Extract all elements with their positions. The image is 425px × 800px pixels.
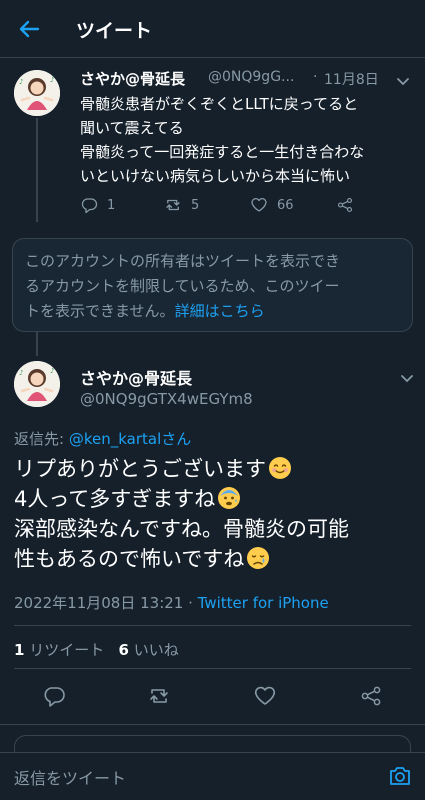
heart-icon (254, 686, 276, 705)
tweet-text: 骨髄炎患者がぞくぞくとLLTに戻ってると 聞いて震えてる 骨髄炎って一回発症する… (80, 92, 416, 188)
like-button[interactable]: 66 (250, 195, 294, 215)
retweet-count: 5 (191, 197, 200, 213)
retweet-icon (150, 689, 168, 703)
tweet-text-line: いといけない病気らしいから本当に怖い (80, 167, 351, 185)
svg-text:♪: ♪ (50, 76, 54, 84)
author-name[interactable]: さやか@骨延長 (80, 68, 185, 89)
share-icon (361, 686, 381, 706)
source-link[interactable]: Twitter for iPhone (198, 594, 329, 612)
share-button[interactable] (336, 195, 363, 215)
retweet-stat[interactable]: 1 リツイート (14, 641, 104, 659)
like-count: 66 (277, 197, 294, 213)
avatar[interactable]: ♪ ♪ (14, 70, 60, 116)
like-button[interactable] (253, 684, 277, 708)
tweet-text-line: リプありがとうございます (14, 457, 266, 481)
anxious-face-emoji-icon (217, 486, 241, 510)
heart-icon (251, 198, 267, 212)
retweet-button[interactable]: 5 (164, 195, 199, 215)
like-stat[interactable]: 6 いいね (119, 641, 179, 659)
reply-input[interactable]: 返信をツイート (14, 765, 126, 789)
notice-line: このアカウントの所有者はツイートを表示でき (25, 252, 341, 270)
top-bar: ツイート (0, 0, 425, 58)
tweet-date[interactable]: 11月8日 (324, 69, 379, 89)
divider (0, 724, 425, 725)
svg-text:♪: ♪ (50, 367, 54, 375)
tweet-text-line: 深部感染なんですね。骨髄炎の可能 (14, 517, 349, 541)
replying-to: 返信先: @ken_kartalさん (14, 428, 191, 449)
crying-face-emoji-icon (246, 546, 270, 570)
reply-button[interactable] (42, 684, 66, 708)
divider (14, 625, 411, 626)
retweet-icon (166, 199, 180, 211)
divider (14, 668, 411, 669)
separator-dot: · (183, 594, 198, 612)
notice-line: トを表示できません。 (25, 302, 175, 320)
tweet-text-line: 骨髄炎患者がぞくぞくとLLTに戻ってると (80, 95, 359, 113)
reply-icon (44, 687, 65, 707)
chevron-down-icon[interactable] (396, 72, 410, 86)
reply-icon (81, 198, 98, 214)
reply-count: 1 (107, 197, 116, 213)
reply-button[interactable]: 1 (80, 195, 115, 215)
tweet-text-line: 聞いて震えてる (80, 119, 184, 137)
chevron-down-icon[interactable] (400, 369, 414, 383)
mention-link[interactable]: @ken_kartal (69, 430, 161, 448)
author-handle[interactable]: @0NQ9gG... (208, 69, 308, 85)
thread-line (36, 118, 38, 222)
svg-text:♪: ♪ (19, 369, 23, 377)
smiling-face-emoji-icon (268, 456, 292, 480)
avatar[interactable]: ♪ ♪ (14, 361, 60, 407)
svg-text:♪: ♪ (19, 78, 23, 86)
share-icon (337, 197, 353, 213)
share-button[interactable] (359, 684, 383, 708)
separator-dot: · (313, 69, 318, 85)
tweet-actions: 1 5 66 (80, 195, 380, 215)
back-arrow-icon[interactable] (14, 14, 44, 44)
retweet-stat-count: 1 (14, 641, 25, 659)
like-stat-label: いいね (128, 641, 179, 659)
unavailable-tweet-notice: このアカウントの所有者はツイートを表示でき るアカウントを制限しているため、この… (12, 238, 413, 332)
tweet-text-line: 性もあるので怖いですね (14, 547, 245, 571)
author-handle[interactable]: @0NQ9gGTX4wEGYm8 (80, 390, 253, 408)
camera-icon[interactable] (388, 764, 412, 788)
tweet-text-line: 骨髄炎って一回発症すると一生付き合わな (80, 143, 365, 161)
replying-to-label: 返信先: (14, 430, 69, 448)
retweet-stat-label: リツイート (24, 641, 105, 659)
page-title: ツイート (76, 20, 153, 42)
tweet-stats: 1 リツイート 6 いいね (14, 639, 179, 660)
notice-line: るアカウントを制限しているため、このツイー (25, 277, 340, 295)
tweet-text: リプありがとうございます 4人って多すぎますね 深部感染なんですね。骨髄炎の可能… (14, 454, 414, 574)
thread-line (36, 332, 38, 356)
honorific: さん (161, 430, 192, 448)
author-name[interactable]: さやか@骨延長 (80, 365, 192, 389)
tweet-text-line: 4人って多すぎますね (14, 487, 216, 511)
retweet-button[interactable] (147, 684, 171, 708)
learn-more-link[interactable]: 詳細はこちら (175, 302, 265, 320)
like-stat-count: 6 (118, 641, 129, 659)
reply-composer[interactable]: 返信をツイート (0, 752, 425, 800)
timestamp-text[interactable]: 2022年11月08日 13:21 (14, 594, 183, 612)
tweet-timestamp: 2022年11月08日 13:21 · Twitter for iPhone (14, 592, 329, 613)
